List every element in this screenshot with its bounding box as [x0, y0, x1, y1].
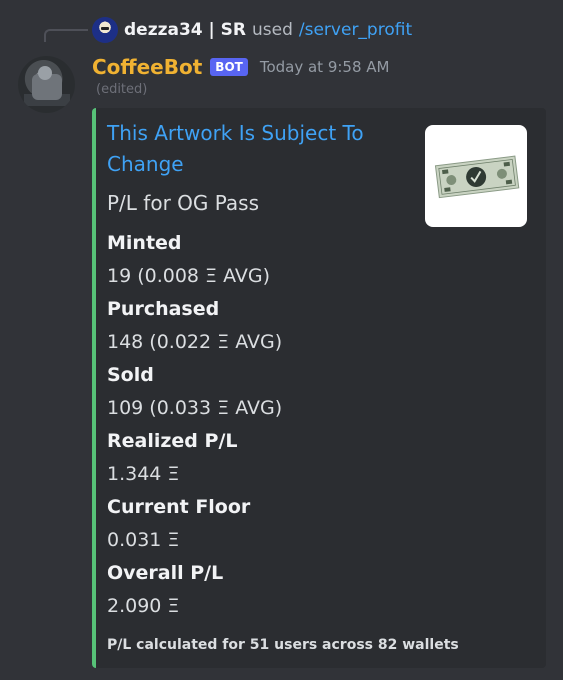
field-value-current-floor: 0.031 Ξ: [107, 529, 180, 551]
interaction-used-text: used: [252, 20, 293, 40]
bot-username[interactable]: CoffeeBot: [92, 55, 202, 79]
field-value-sold: 109 (0.033 Ξ AVG): [107, 397, 283, 419]
bot-badge: BOT: [210, 58, 248, 76]
field-name-purchased: Purchased: [107, 298, 220, 320]
dollar-bill-icon: [434, 155, 520, 199]
interaction-command-link[interactable]: /server_profit: [299, 20, 412, 40]
embed-card: This Artwork Is Subject To Change P/L fo…: [92, 108, 546, 668]
interaction-username[interactable]: dezza34 | SR: [124, 20, 246, 40]
edited-label: (edited): [96, 82, 148, 97]
interaction-header: dezza34 | SR used /server_profit: [92, 16, 412, 44]
field-name-sold: Sold: [107, 364, 154, 386]
field-value-overall-pl: 2.090 Ξ: [107, 595, 180, 617]
field-name-minted: Minted: [107, 232, 182, 254]
reply-connector: [44, 29, 88, 42]
field-name-current-floor: Current Floor: [107, 496, 251, 518]
field-value-minted: 19 (0.008 Ξ AVG): [107, 265, 271, 287]
bot-avatar[interactable]: [18, 56, 75, 113]
message-header: CoffeeBot BOT Today at 9:58 AM: [92, 53, 390, 81]
message-timestamp[interactable]: Today at 9:58 AM: [260, 58, 390, 76]
field-name-overall-pl: Overall P/L: [107, 562, 224, 584]
embed-footer: P/L calculated for 51 users across 82 wa…: [107, 637, 459, 653]
discord-message: dezza34 | SR used /server_profit CoffeeB…: [0, 0, 563, 680]
embed-description: P/L for OG Pass: [107, 191, 260, 215]
field-value-realized-pl: 1.344 Ξ: [107, 463, 180, 485]
field-value-purchased: 148 (0.022 Ξ AVG): [107, 331, 283, 353]
embed-fields: Minted 19 (0.008 Ξ AVG) Purchased 148 (0…: [107, 227, 282, 623]
embed-thumbnail[interactable]: [425, 125, 527, 227]
field-name-realized-pl: Realized P/L: [107, 430, 238, 452]
embed-title-link[interactable]: This Artwork Is Subject To Change: [107, 118, 407, 180]
interaction-user-avatar[interactable]: [92, 17, 118, 43]
